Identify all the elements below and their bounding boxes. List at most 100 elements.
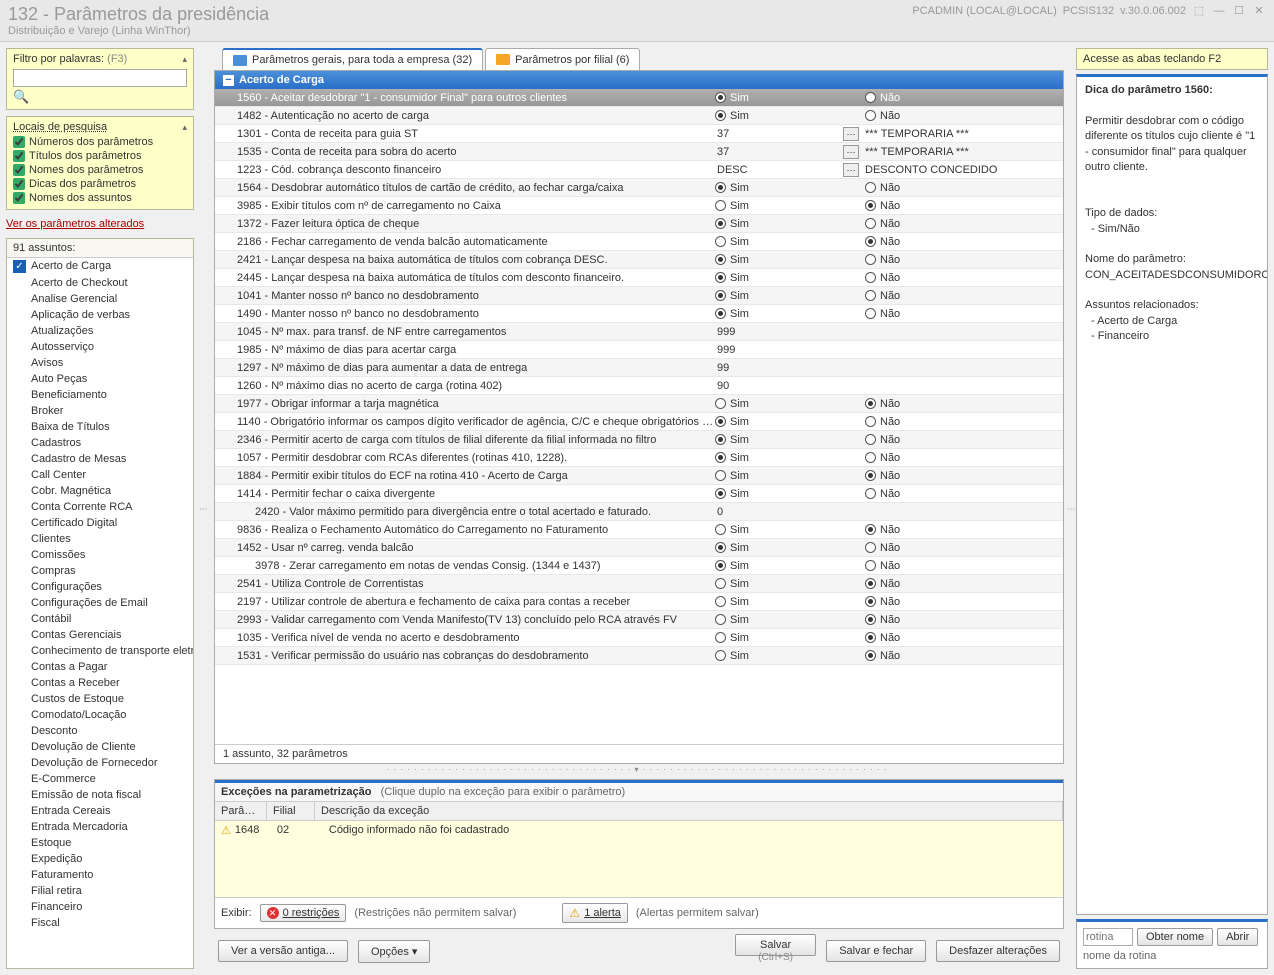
param-value-sim[interactable]: Sim [715, 452, 865, 464]
collapse-group-icon[interactable]: − [223, 75, 234, 86]
param-row[interactable]: 2420 - Valor máximo permitido para diver… [215, 503, 1063, 521]
radio-sim[interactable] [715, 578, 726, 589]
subject-item[interactable]: Clientes [7, 531, 193, 547]
param-value-sim[interactable]: Sim [715, 110, 865, 122]
subject-item[interactable]: Cobr. Magnética [7, 483, 193, 499]
param-value-nao[interactable]: Não [865, 254, 1015, 266]
subject-item[interactable]: Compras [7, 563, 193, 579]
subject-item[interactable]: Cadastros [7, 435, 193, 451]
param-row[interactable]: 9836 - Realiza o Fechamento Automático d… [215, 521, 1063, 539]
close-icon[interactable]: ✕ [1252, 4, 1266, 18]
col-desc[interactable]: Descrição da exceção [315, 802, 1063, 820]
horizontal-splitter[interactable]: · · · · · · · · · · · · · · · · · · · · … [210, 764, 1064, 775]
radio-sim[interactable] [715, 416, 726, 427]
param-value-sim[interactable]: Sim [715, 596, 865, 608]
subject-item[interactable]: Avisos [7, 355, 193, 371]
subject-item[interactable]: Aplicação de verbas [7, 307, 193, 323]
param-value-sim[interactable]: Sim [715, 470, 865, 482]
param-value-sim[interactable]: Sim [715, 200, 865, 212]
search-loc-item[interactable]: Números dos parâmetros [13, 135, 187, 149]
param-value-sim[interactable]: 999 [715, 326, 865, 338]
radio-nao[interactable] [865, 254, 876, 265]
param-value-nao[interactable]: Não [865, 452, 1015, 464]
subject-item[interactable]: Auto Peças [7, 371, 193, 387]
radio-nao[interactable] [865, 308, 876, 319]
options-button[interactable]: Opções ▾ [358, 940, 431, 963]
subject-item[interactable]: Conta Corrente RCA [7, 499, 193, 515]
param-value-sim[interactable]: Sim [715, 218, 865, 230]
radio-nao[interactable] [865, 434, 876, 445]
restore-icon[interactable]: ⬚ [1192, 4, 1206, 18]
subject-item[interactable]: Acerto de Checkout [7, 275, 193, 291]
subject-item[interactable]: Custos de Estoque [7, 691, 193, 707]
param-row[interactable]: 1452 - Usar nº carreg. venda balcãoSimNã… [215, 539, 1063, 557]
param-text-value[interactable]: 37 [715, 146, 729, 158]
param-row[interactable]: 1372 - Fazer leitura óptica de chequeSim… [215, 215, 1063, 233]
param-value-nao[interactable]: Não [865, 578, 1015, 590]
radio-nao[interactable] [865, 650, 876, 661]
radio-nao[interactable] [865, 110, 876, 121]
subject-item[interactable]: Conhecimento de transporte eletrônico [7, 643, 193, 659]
radio-nao[interactable] [865, 92, 876, 103]
param-value-nao[interactable]: Não [865, 290, 1015, 302]
subject-item[interactable]: Entrada Mercadoria [7, 819, 193, 835]
radio-sim[interactable] [715, 398, 726, 409]
param-value-sim[interactable]: Sim [715, 560, 865, 572]
param-row[interactable]: 2445 - Lançar despesa na baixa automátic… [215, 269, 1063, 287]
param-row[interactable]: 2993 - Validar carregamento com Venda Ma… [215, 611, 1063, 629]
checkbox[interactable] [13, 164, 25, 176]
param-value-nao[interactable]: Não [865, 614, 1015, 626]
rotina-input[interactable] [1083, 928, 1133, 946]
subject-item[interactable]: Estoque [7, 835, 193, 851]
radio-nao[interactable] [865, 182, 876, 193]
subject-item[interactable]: Entrada Cereais [7, 803, 193, 819]
alerts-badge[interactable]: ⚠1 alerta [562, 903, 627, 923]
subject-item[interactable]: Broker [7, 403, 193, 419]
param-value-sim[interactable]: Sim [715, 488, 865, 500]
param-value-nao[interactable]: Não [865, 236, 1015, 248]
subject-item[interactable]: Faturamento [7, 867, 193, 883]
radio-sim[interactable] [715, 542, 726, 553]
param-value-sim[interactable]: Sim [715, 632, 865, 644]
radio-nao[interactable] [865, 560, 876, 571]
radio-sim[interactable] [715, 272, 726, 283]
param-row[interactable]: 2186 - Fechar carregamento de venda balc… [215, 233, 1063, 251]
search-loc-item[interactable]: Dicas dos parâmetros [13, 177, 187, 191]
param-value-sim[interactable]: Sim [715, 398, 865, 410]
param-text-value[interactable]: 99 [715, 362, 729, 374]
restrictions-badge[interactable]: ✕0 restrições [260, 904, 347, 922]
radio-nao[interactable] [865, 398, 876, 409]
exception-row[interactable]: ⚠ 1648 02 Código informado não foi cadas… [215, 821, 1063, 840]
radio-nao[interactable] [865, 542, 876, 553]
filter-input[interactable] [13, 69, 187, 87]
param-grid[interactable]: 1560 - Aceitar desdobrar "1 - consumidor… [215, 89, 1063, 744]
param-row[interactable]: 1223 - Cód. cobrança desconto financeiro… [215, 161, 1063, 179]
radio-nao[interactable] [865, 218, 876, 229]
param-value-nao[interactable]: Não [865, 650, 1015, 662]
param-row[interactable]: 1985 - Nº máximo de dias para acertar ca… [215, 341, 1063, 359]
radio-sim[interactable] [715, 452, 726, 463]
param-row[interactable]: 1482 - Autenticação no acerto de cargaSi… [215, 107, 1063, 125]
subject-item[interactable]: Beneficiamento [7, 387, 193, 403]
subject-item[interactable]: Contas a Receber [7, 675, 193, 691]
param-row[interactable]: 2541 - Utiliza Controle de CorrentistasS… [215, 575, 1063, 593]
param-row[interactable]: 1535 - Conta de receita para sobra do ac… [215, 143, 1063, 161]
param-value-nao[interactable]: Não [865, 92, 1015, 104]
param-value-nao[interactable]: Não [865, 182, 1015, 194]
subjects-list[interactable]: ✓Acerto de CargaAcerto de CheckoutAnalis… [7, 258, 193, 968]
param-row[interactable]: 3978 - Zerar carregamento em notas de ve… [215, 557, 1063, 575]
param-value-sim[interactable]: Sim [715, 524, 865, 536]
radio-sim[interactable] [715, 560, 726, 571]
picker-button[interactable]: ⋯ [843, 145, 859, 159]
radio-sim[interactable] [715, 200, 726, 211]
param-row[interactable]: 3985 - Exibir títulos com nº de carregam… [215, 197, 1063, 215]
tab[interactable]: Parâmetros gerais, para toda a empresa (… [222, 48, 483, 70]
param-value-sim[interactable]: Sim [715, 308, 865, 320]
radio-sim[interactable] [715, 614, 726, 625]
param-text-value[interactable]: 90 [715, 380, 729, 392]
radio-sim[interactable] [715, 596, 726, 607]
param-value-sim[interactable]: Sim [715, 578, 865, 590]
checkbox[interactable] [13, 178, 25, 190]
param-value-sim[interactable]: Sim [715, 416, 865, 428]
param-value-nao[interactable]: Não [865, 488, 1015, 500]
